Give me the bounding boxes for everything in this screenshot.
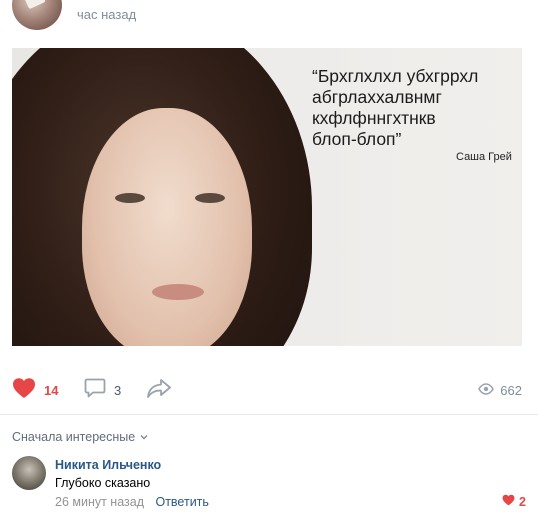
views-count: 662 [500, 382, 522, 398]
post-time[interactable]: час назад [77, 7, 136, 22]
image-face [82, 108, 252, 346]
comment-like-count: 2 [519, 494, 526, 509]
comment-like-button[interactable]: 2 [502, 494, 526, 509]
comment-time[interactable]: 26 минут назад [55, 495, 144, 509]
share-button[interactable] [146, 370, 172, 410]
comments-sort-dropdown[interactable]: Сначала интересные [12, 430, 149, 444]
reply-button[interactable]: Ответить [155, 495, 208, 509]
post-image[interactable]: “Брхглхлхл убхгррхл абгрлаххалвнмг кхфлф… [12, 48, 522, 346]
image-left-eye [115, 193, 145, 203]
comment-button[interactable]: 3 [84, 370, 121, 410]
heart-icon [12, 377, 36, 404]
comment-avatar[interactable] [12, 456, 46, 490]
like-count: 14 [44, 382, 59, 398]
comment-author[interactable]: Никита Ильченко [55, 458, 161, 472]
image-quote-author: Саша Грей [456, 151, 512, 163]
post-header: час назад [0, 0, 538, 40]
image-lips [152, 284, 204, 300]
comment-item: Никита Ильченко Глубоко сказано 26 минут… [12, 454, 526, 514]
image-quote: “Брхглхлхл убхгррхл абгрлаххалвнмг кхфлф… [312, 66, 479, 149]
comment-text: Глубоко сказано [55, 476, 151, 490]
eye-icon [478, 382, 500, 398]
post-actions: 14 3 662 [0, 370, 538, 410]
like-button[interactable]: 14 [12, 370, 58, 410]
views-counter: 662 [478, 370, 522, 410]
divider [0, 414, 538, 415]
share-icon [146, 377, 172, 404]
sort-label: Сначала интересные [12, 430, 136, 444]
comment-icon [84, 377, 106, 404]
chevron-down-icon [135, 430, 149, 444]
comment-count: 3 [114, 382, 122, 398]
author-avatar[interactable] [12, 0, 62, 30]
comment-meta: 26 минут назад Ответить [55, 495, 209, 509]
image-right-eye [195, 193, 225, 203]
heart-icon [502, 494, 519, 509]
